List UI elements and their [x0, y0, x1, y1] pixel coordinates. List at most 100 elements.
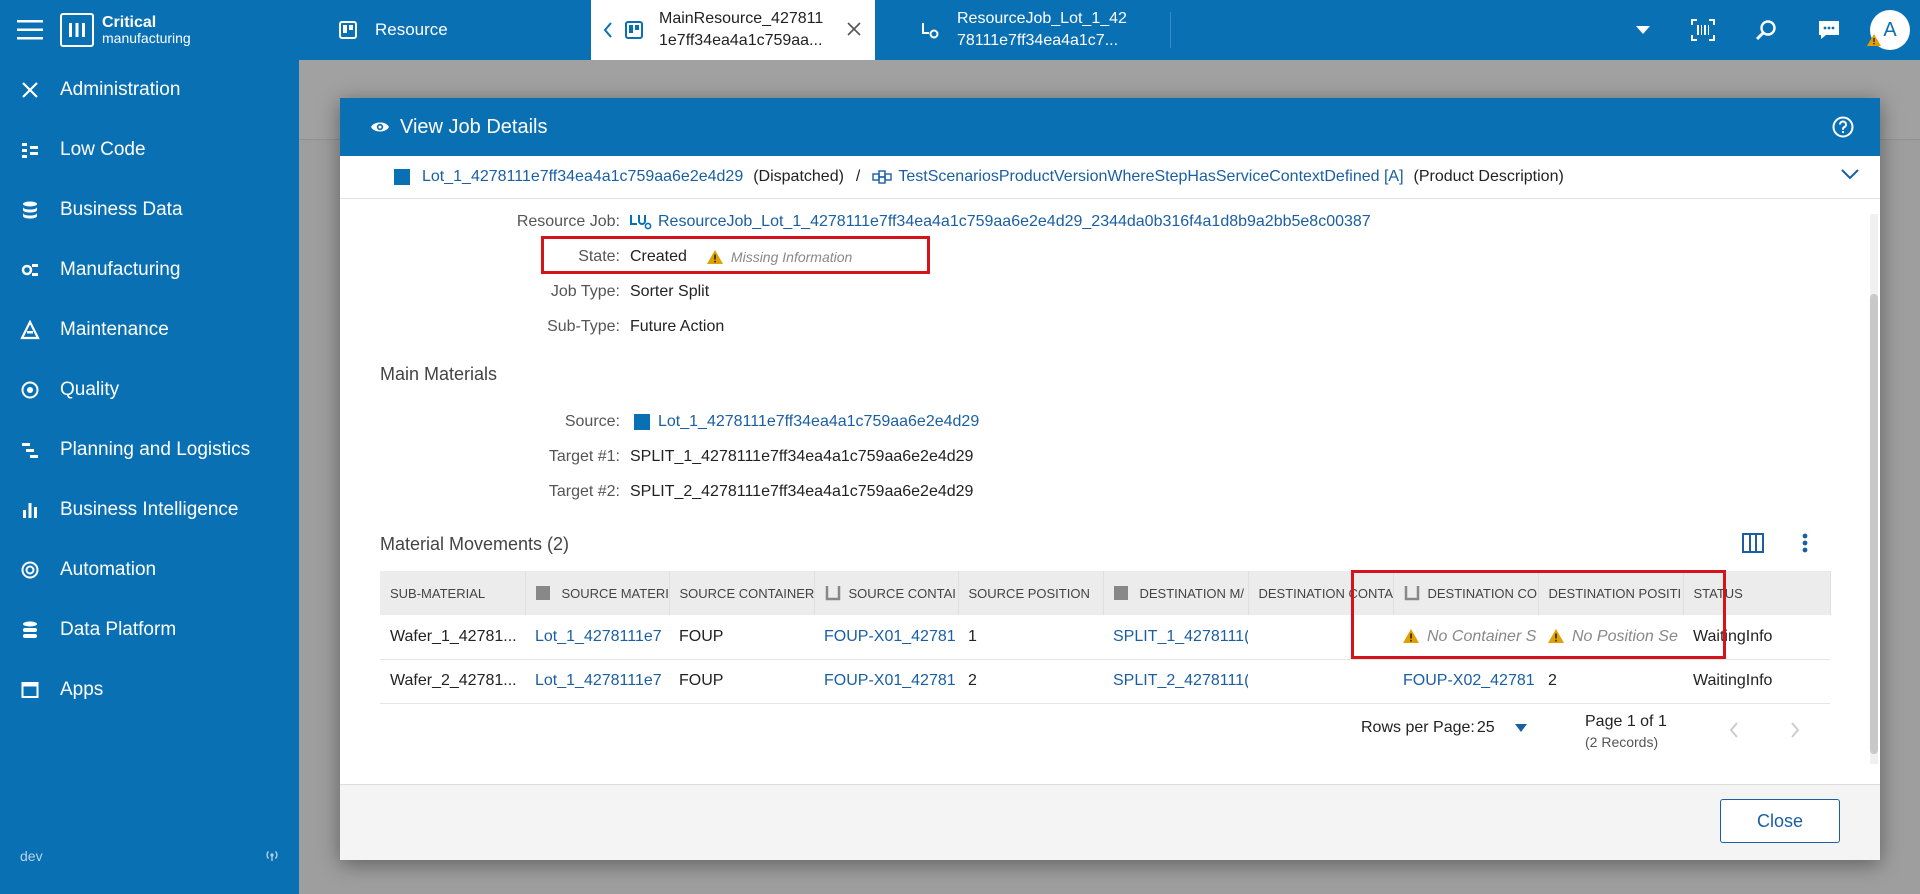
lot-link[interactable]: Lot_1_4278111e7ff34ea4a1c759aa6e2e4d29 — [422, 168, 743, 186]
automation-icon — [20, 560, 40, 580]
sidebar-item-quality[interactable]: Quality — [0, 360, 299, 420]
target1-value: SPLIT_1_4278111e7ff34ea4a1c759aa6e2e4d29 — [630, 448, 974, 465]
sidebar-item-business-intelligence[interactable]: Business Intelligence — [0, 480, 299, 540]
tab-back-icon[interactable] — [591, 21, 625, 39]
sidebar-item-administration[interactable]: Administration — [0, 60, 299, 120]
tabs-dropdown-icon[interactable] — [1625, 12, 1661, 48]
table-cell: 1 — [958, 615, 1103, 660]
caret-down-icon[interactable] — [1514, 724, 1527, 732]
cell-text[interactable]: FOUP-X02_42781 — [1403, 672, 1535, 689]
column-header[interactable]: SOURCE MATERI — [525, 571, 670, 615]
lot-icon — [634, 414, 650, 430]
tab-resource[interactable]: Resource — [339, 0, 539, 60]
sidebar-item-apps[interactable]: Apps — [0, 660, 299, 720]
product-link[interactable]: TestScenariosProductVersionWhereStepHasS… — [898, 168, 1403, 186]
tab-title-line1: MainResource_427811 — [659, 10, 824, 27]
logo-row: Critical manufacturing — [0, 0, 299, 60]
messages-icon[interactable] — [1811, 12, 1847, 48]
cell-text[interactable]: SPLIT_2_4278111( — [1113, 672, 1248, 689]
menu-icon[interactable] — [0, 0, 60, 60]
sidebar-item-label: Business Intelligence — [60, 499, 239, 520]
close-tab-icon[interactable] — [847, 22, 861, 36]
cell-text[interactable]: Lot_1_4278111e7 — [535, 672, 662, 689]
cell-text[interactable]: FOUP-X01_42781 — [824, 628, 956, 645]
quality-icon — [20, 380, 40, 400]
sidebar-item-automation[interactable]: Automation — [0, 540, 299, 600]
chevron-down-icon[interactable] — [1840, 168, 1860, 180]
eye-icon — [370, 120, 390, 134]
cell-text: Wafer_1_42781... — [390, 627, 517, 645]
source-link[interactable]: Lot_1_4278111e7ff34ea4a1c759aa6e2e4d29 — [658, 413, 979, 431]
maintenance-icon — [20, 320, 40, 340]
tab-main-resource[interactable]: MainResource_427811 1e7ff34ea4a1c759aa..… — [591, 0, 875, 60]
signal-icon — [265, 848, 279, 864]
next-page-icon[interactable] — [1790, 722, 1800, 738]
cell-text: FOUP — [679, 672, 724, 689]
table-cell[interactable]: FOUP-X02_42781 — [1393, 659, 1538, 704]
prev-page-icon[interactable] — [1729, 722, 1739, 738]
lot-state: (Dispatched) — [753, 168, 844, 185]
table-cell[interactable]: SPLIT_1_4278111( — [1103, 615, 1248, 660]
job-type-row: Job Type: Sorter Split — [460, 280, 709, 304]
sidebar-item-label: Planning and Logistics — [60, 439, 251, 460]
table-cell[interactable]: Lot_1_4278111e7 — [525, 659, 669, 704]
tab-resource-job[interactable]: ResourceJob_Lot_1_42 78111e7ff34ea4a1c7.… — [921, 0, 1171, 60]
sidebar-item-label: Apps — [60, 679, 104, 700]
table-row[interactable]: Wafer_2_42781... Lot_1_4278111e7 FOUP FOUP-… — [380, 659, 1830, 704]
table-cell: WaitingInfo — [1683, 659, 1830, 704]
help-icon[interactable] — [1832, 116, 1854, 138]
table-cell[interactable]: SPLIT_2_4278111( — [1103, 659, 1248, 704]
resource-icon — [339, 21, 357, 39]
scrollbar-track[interactable] — [1870, 214, 1878, 764]
target2-label: Target #2: — [548, 483, 620, 500]
resource-job-link[interactable]: ResourceJob_Lot_1_4278111e7ff34ea4a1c759… — [658, 213, 1371, 231]
sidebar-item-label: Quality — [60, 379, 120, 400]
brand-subname: manufacturing — [102, 30, 191, 46]
target2-row: Target #2: SPLIT_2_4278111e7ff34ea4a1c75… — [460, 480, 974, 504]
main-materials-title: Main Materials — [380, 363, 498, 384]
column-header[interactable]: SOURCE CONTAI — [814, 571, 959, 615]
table-cell — [1248, 659, 1393, 704]
sidebar-item-low-code[interactable]: Low Code — [0, 120, 299, 180]
scrollbar-thumb[interactable] — [1870, 294, 1878, 754]
cell-text[interactable]: SPLIT_1_4278111( — [1113, 628, 1248, 645]
table-cell[interactable]: FOUP-X01_42781 — [814, 615, 958, 660]
column-header[interactable]: DESTINATION M/ — [1103, 571, 1249, 615]
resource-job-label: Resource Job: — [516, 213, 620, 230]
cell-text[interactable]: Lot_1_4278111e7 — [535, 628, 662, 645]
table-cell[interactable]: FOUP-X01_42781 — [814, 659, 958, 704]
column-header[interactable]: SUB-MATERIAL — [380, 571, 526, 615]
sidebar-item-label: Data Platform — [60, 619, 177, 640]
breadcrumb: Lot_1_4278111e7ff34ea4a1c759aa6e2e4d29 (… — [394, 162, 1564, 192]
search-icon[interactable] — [1748, 12, 1784, 48]
sidebar-item-label: Manufacturing — [60, 259, 181, 280]
tab-title-line2: 1e7ff34ea4a1c759aa... — [659, 32, 823, 49]
cell-text[interactable]: FOUP-X01_42781 — [824, 672, 956, 689]
column-header-label: SUB-MATERIAL — [390, 585, 486, 601]
sidebar-item-label: Administration — [60, 79, 181, 100]
columns-icon[interactable] — [1742, 533, 1764, 553]
material-movements-title: Material Movements (2) — [380, 533, 570, 554]
sidebar-item-label: Low Code — [60, 139, 146, 160]
resource-job-icon — [630, 214, 652, 230]
rows-per-page-select[interactable]: 25 — [1477, 719, 1495, 737]
sidebar-item-maintenance[interactable]: Maintenance — [0, 300, 299, 360]
more-options-icon[interactable] — [1802, 533, 1808, 553]
target1-label: Target #1: — [548, 448, 620, 465]
table-cell: Wafer_1_42781... — [380, 615, 525, 660]
sidebar-item-manufacturing[interactable]: Manufacturing — [0, 240, 299, 300]
container-icon — [825, 585, 841, 601]
sidebar: Critical manufacturing Administration Low… — [0, 0, 299, 894]
column-header[interactable]: SOURCE POSITION — [958, 571, 1104, 615]
view-job-details-dialog: View Job Details Lot_1_4278111e7ff34ea4a… — [340, 98, 1880, 860]
barcode-scanner-icon[interactable] — [1685, 12, 1721, 48]
resource-icon — [625, 21, 643, 39]
sidebar-item-planning-and-logistics[interactable]: Planning and Logistics — [0, 420, 299, 480]
sidebar-item-business-data[interactable]: Business Data — [0, 180, 299, 240]
table-cell[interactable]: Lot_1_4278111e7 — [525, 615, 669, 660]
source-row: Source: Lot_1_4278111e7ff34ea4a1c759aa6e… — [460, 410, 979, 434]
tab-label: Resource — [375, 20, 448, 39]
sidebar-item-data-platform[interactable]: Data Platform — [0, 600, 299, 660]
close-button[interactable]: Close — [1720, 799, 1840, 843]
column-header[interactable]: SOURCE CONTAINER — [669, 571, 815, 615]
